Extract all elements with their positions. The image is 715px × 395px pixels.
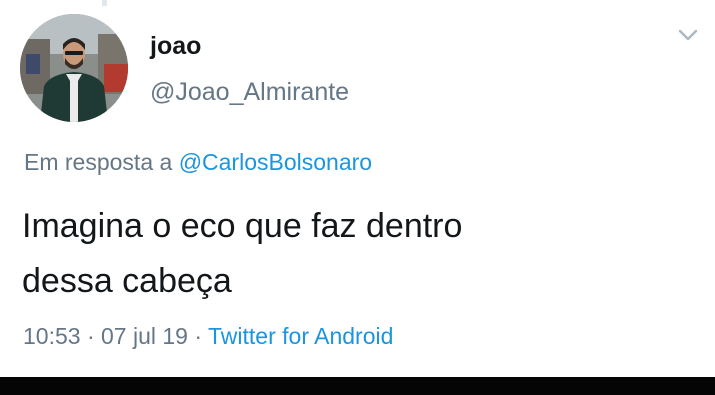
tweet-source-link[interactable]: Twitter for Android: [208, 323, 393, 349]
meta-separator: ·: [86, 323, 95, 349]
tweet-card: joao @Joao_Almirante Em resposta a @Carl…: [0, 0, 715, 377]
tweet-date[interactable]: 07 jul 19: [101, 323, 188, 349]
reply-mention-link[interactable]: @CarlosBolsonaro: [179, 149, 372, 175]
tweet-text: Imagina o eco que faz dentro dessa cabeç…: [22, 199, 682, 309]
avatar[interactable]: [20, 14, 128, 122]
tweet-menu-button[interactable]: [673, 20, 703, 50]
chevron-down-icon: [678, 29, 698, 41]
tweet-text-line-1: Imagina o eco que faz dentro: [22, 207, 463, 245]
meta-separator: ·: [194, 323, 203, 349]
tweet-time[interactable]: 10:53: [23, 323, 81, 349]
display-name[interactable]: joao: [150, 32, 201, 61]
tweet-text-line-2: dessa cabeça: [22, 262, 232, 300]
screen-bottom-edge: [0, 377, 715, 395]
reply-prefix: Em resposta a: [24, 149, 173, 175]
thread-connector: [102, 0, 107, 6]
profile-photo-icon: [20, 14, 128, 122]
tweet-metadata: 10:53 · 07 jul 19 · Twitter for Android: [23, 323, 393, 350]
reply-context: Em resposta a @CarlosBolsonaro: [24, 149, 372, 176]
user-handle[interactable]: @Joao_Almirante: [150, 78, 349, 107]
